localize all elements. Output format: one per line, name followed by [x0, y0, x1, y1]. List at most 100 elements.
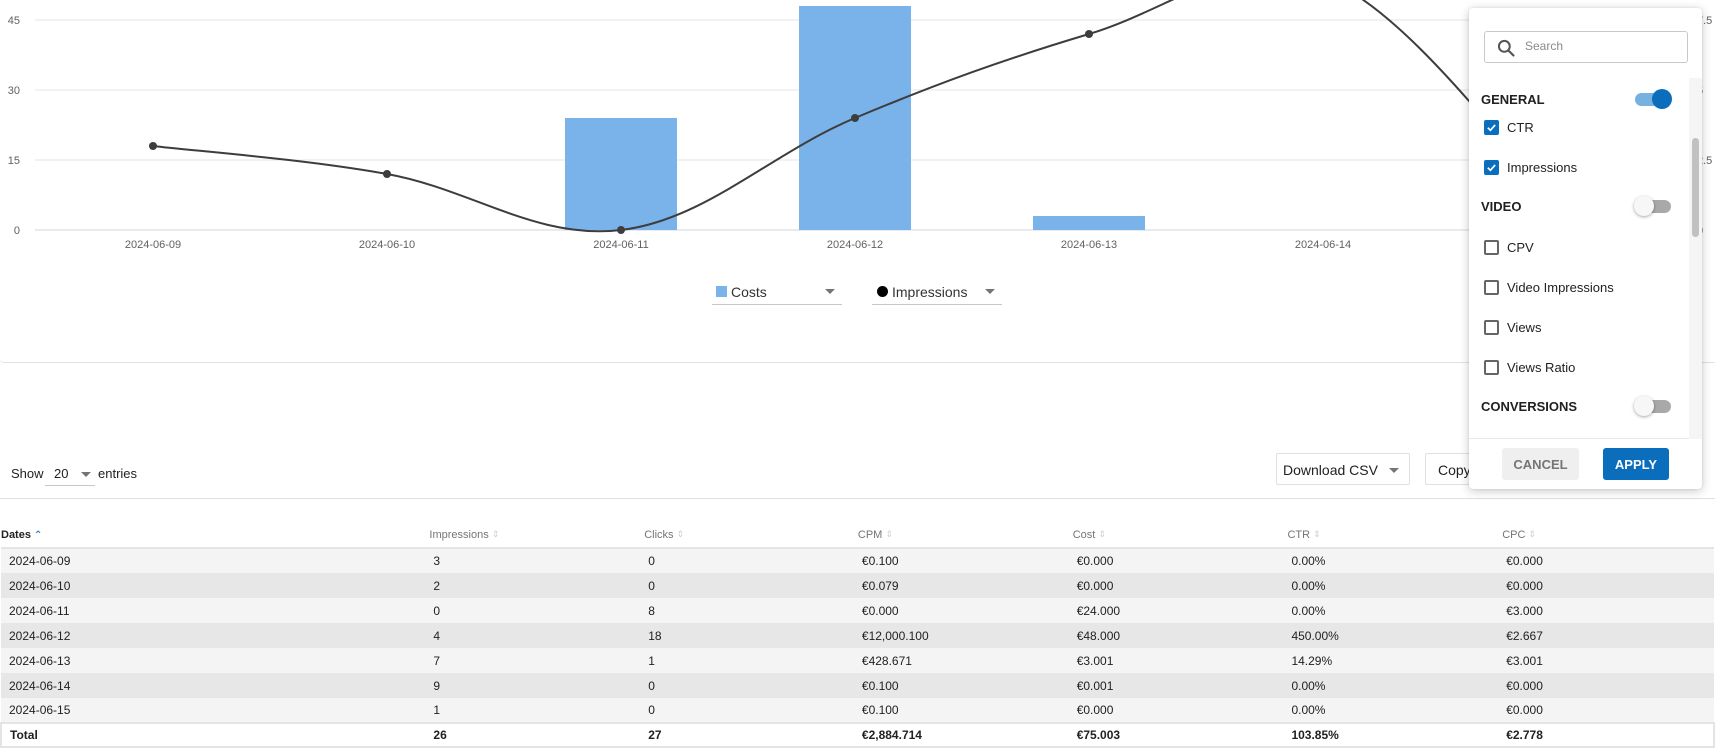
- column-option-video-impressions[interactable]: Video Impressions: [1484, 277, 1614, 297]
- table-cell-cost: €24.000: [1076, 603, 1121, 618]
- table-row: 2024-06-12 4 18 €12,000.100 €48.000 450.00% €2…: [1, 623, 1714, 648]
- table-cell-cost: €3.001: [1076, 653, 1114, 668]
- y-left-tick-label: 45: [8, 15, 20, 27]
- table-cell-cost: €0.000: [1076, 554, 1114, 568]
- chart-card: 015304502.557.52024-06-092024-06-102024-…: [0, 0, 1715, 363]
- group-toggle-conversions[interactable]: [1634, 395, 1671, 416]
- table-cell-clicks: 0: [648, 578, 655, 593]
- table-cell-clicks: 1: [648, 653, 655, 668]
- table-cell-cost: €0.001: [1076, 678, 1114, 693]
- scrollbar-thumb[interactable]: [1692, 138, 1699, 237]
- right-metric-select[interactable]: Impressions: [872, 279, 1002, 305]
- costs-swatch: [716, 286, 727, 297]
- table-body: 2024-06-09 3 0 €0.100 €0.000 0.00% €0.000 2024-…: [1, 548, 1714, 723]
- x-tick-label: 2024-06-13: [1061, 239, 1117, 251]
- table-row: 2024-06-11 0 8 €0.000 €24.000 0.00% €3.000: [1, 598, 1714, 623]
- column-header-ctr[interactable]: CTR ⇕: [1287, 522, 1503, 549]
- table-cell-cpc: €0.000: [1506, 554, 1543, 568]
- sort-ascending-icon: ⌃: [33, 529, 43, 541]
- group-toggle-general[interactable]: [1635, 88, 1672, 109]
- data-table: Dates ⌃ Impressions ⇕ Clicks ⇕ CPM ⇕ Cost ⇕ CTR ⇕ CP…: [0, 522, 1715, 748]
- toggle-knob: [1652, 89, 1672, 109]
- entries-value: 20: [54, 466, 69, 481]
- column-header-dates[interactable]: Dates ⌃: [1, 522, 430, 549]
- column-header-cpc[interactable]: CPC ⇕: [1502, 522, 1714, 549]
- x-tick-label: 2024-06-12: [827, 239, 883, 251]
- table-cell-cpm: €0.079: [861, 578, 899, 593]
- group-header-general: GENERAL: [1481, 92, 1545, 107]
- table-cell-dates: 2024-06-09: [9, 554, 71, 568]
- scrollbar-track[interactable]: [1689, 78, 1702, 439]
- column-header-cpm[interactable]: CPM ⇕: [857, 522, 1073, 549]
- impressions-point: [617, 226, 625, 234]
- column-option-label: CPV: [1507, 239, 1534, 255]
- table-cell-ctr: 0.00%: [1291, 703, 1326, 717]
- checkbox-unchecked-icon[interactable]: [1484, 359, 1499, 375]
- cost-bar: [565, 118, 677, 230]
- column-option-views[interactable]: Views: [1484, 317, 1541, 337]
- table-cell-cpm: €0.100: [861, 554, 899, 568]
- column-header-impressions[interactable]: Impressions ⇕: [429, 522, 645, 549]
- impressions-point: [851, 114, 859, 122]
- table-cell-clicks: 0: [648, 554, 655, 568]
- total-cell-ctr: 103.85%: [1287, 722, 1503, 748]
- cancel-button[interactable]: CANCEL: [1502, 448, 1579, 480]
- checkbox-unchecked-icon[interactable]: [1484, 319, 1499, 335]
- table-cell-ctr: 450.00%: [1291, 628, 1339, 643]
- table-cell-cpc: €3.000: [1506, 603, 1543, 618]
- search-icon: [1497, 39, 1515, 57]
- column-option-impressions[interactable]: Impressions: [1484, 157, 1577, 177]
- table-row: 2024-06-13 7 1 €428.671 €3.001 14.29% €3.001: [1, 648, 1714, 673]
- table-cell-impressions: 4: [433, 628, 441, 643]
- apply-button[interactable]: APPLY: [1603, 448, 1669, 480]
- group-header-conversions: CONVERSIONS: [1481, 399, 1578, 414]
- table-cell-cpc: €0.000: [1506, 703, 1543, 717]
- total-cell-clicks: 27: [644, 722, 858, 748]
- table-total-row: Total 26 27 €2,884.714 €75.003 103.85% €2.778: [0, 722, 1715, 748]
- table-cell-clicks: 0: [648, 703, 655, 717]
- table-cell-impressions: 7: [433, 653, 441, 668]
- column-header-clicks[interactable]: Clicks ⇕: [644, 522, 858, 549]
- table-cell-impressions: 3: [433, 554, 441, 568]
- table-cell-impressions: 1: [433, 703, 441, 717]
- total-cell-cpm: €2,884.714: [857, 722, 1073, 748]
- table-cell-cpc: €3.001: [1506, 653, 1543, 668]
- column-header-label: Cost: [1072, 528, 1096, 541]
- sort-icon: ⇕: [885, 529, 893, 540]
- column-option-cpv[interactable]: CPV: [1484, 237, 1534, 257]
- chevron-down-icon: [1389, 468, 1399, 473]
- column-header-label: Clicks: [644, 528, 674, 541]
- table-cell-ctr: 14.29%: [1291, 653, 1333, 668]
- sort-icon: ⇕: [676, 529, 685, 540]
- checkbox-checked-icon[interactable]: [1484, 159, 1499, 175]
- column-header-cost[interactable]: Cost ⇕: [1072, 522, 1288, 549]
- table-cell-ctr: 0.00%: [1291, 554, 1326, 568]
- total-cell-cpc: €2.778: [1502, 722, 1715, 748]
- column-option-ctr[interactable]: CTR: [1484, 117, 1534, 137]
- y-left-tick-label: 0: [14, 225, 20, 237]
- column-option-label: Video Impressions: [1507, 279, 1614, 295]
- sort-icon: ⇕: [1098, 529, 1106, 540]
- download-csv-label: Download CSV: [1283, 462, 1378, 478]
- entries-per-page-select[interactable]: 20: [45, 460, 95, 486]
- table-cell-cost: €48.000: [1076, 628, 1121, 643]
- group-toggle-video[interactable]: [1634, 195, 1671, 216]
- table-cell-impressions: 2: [433, 578, 441, 593]
- column-picker-panel: GENERAL CTR Impressions VIDEO CPV Video Impre…: [1469, 8, 1702, 489]
- download-csv-button[interactable]: Download CSV: [1276, 453, 1410, 485]
- combo-chart: 015304502.557.52024-06-092024-06-102024-…: [8, 0, 1712, 251]
- table-cell-cpc: €0.000: [1506, 578, 1543, 593]
- checkbox-checked-icon[interactable]: [1484, 119, 1499, 135]
- sort-icon: ⇕: [1528, 529, 1536, 540]
- column-option-views-ratio[interactable]: Views Ratio: [1484, 357, 1575, 377]
- table-cell-impressions: 0: [433, 603, 441, 618]
- x-tick-label: 2024-06-09: [125, 239, 181, 251]
- checkbox-unchecked-icon[interactable]: [1484, 279, 1499, 295]
- table-cell-clicks: 8: [648, 603, 655, 618]
- checkbox-unchecked-icon[interactable]: [1484, 239, 1499, 255]
- search-input[interactable]: [1525, 39, 1675, 53]
- table-cell-cost: €0.000: [1076, 703, 1114, 717]
- left-metric-select[interactable]: Costs: [712, 279, 842, 305]
- search-box: [1484, 31, 1688, 63]
- toggle-knob: [1634, 396, 1654, 416]
